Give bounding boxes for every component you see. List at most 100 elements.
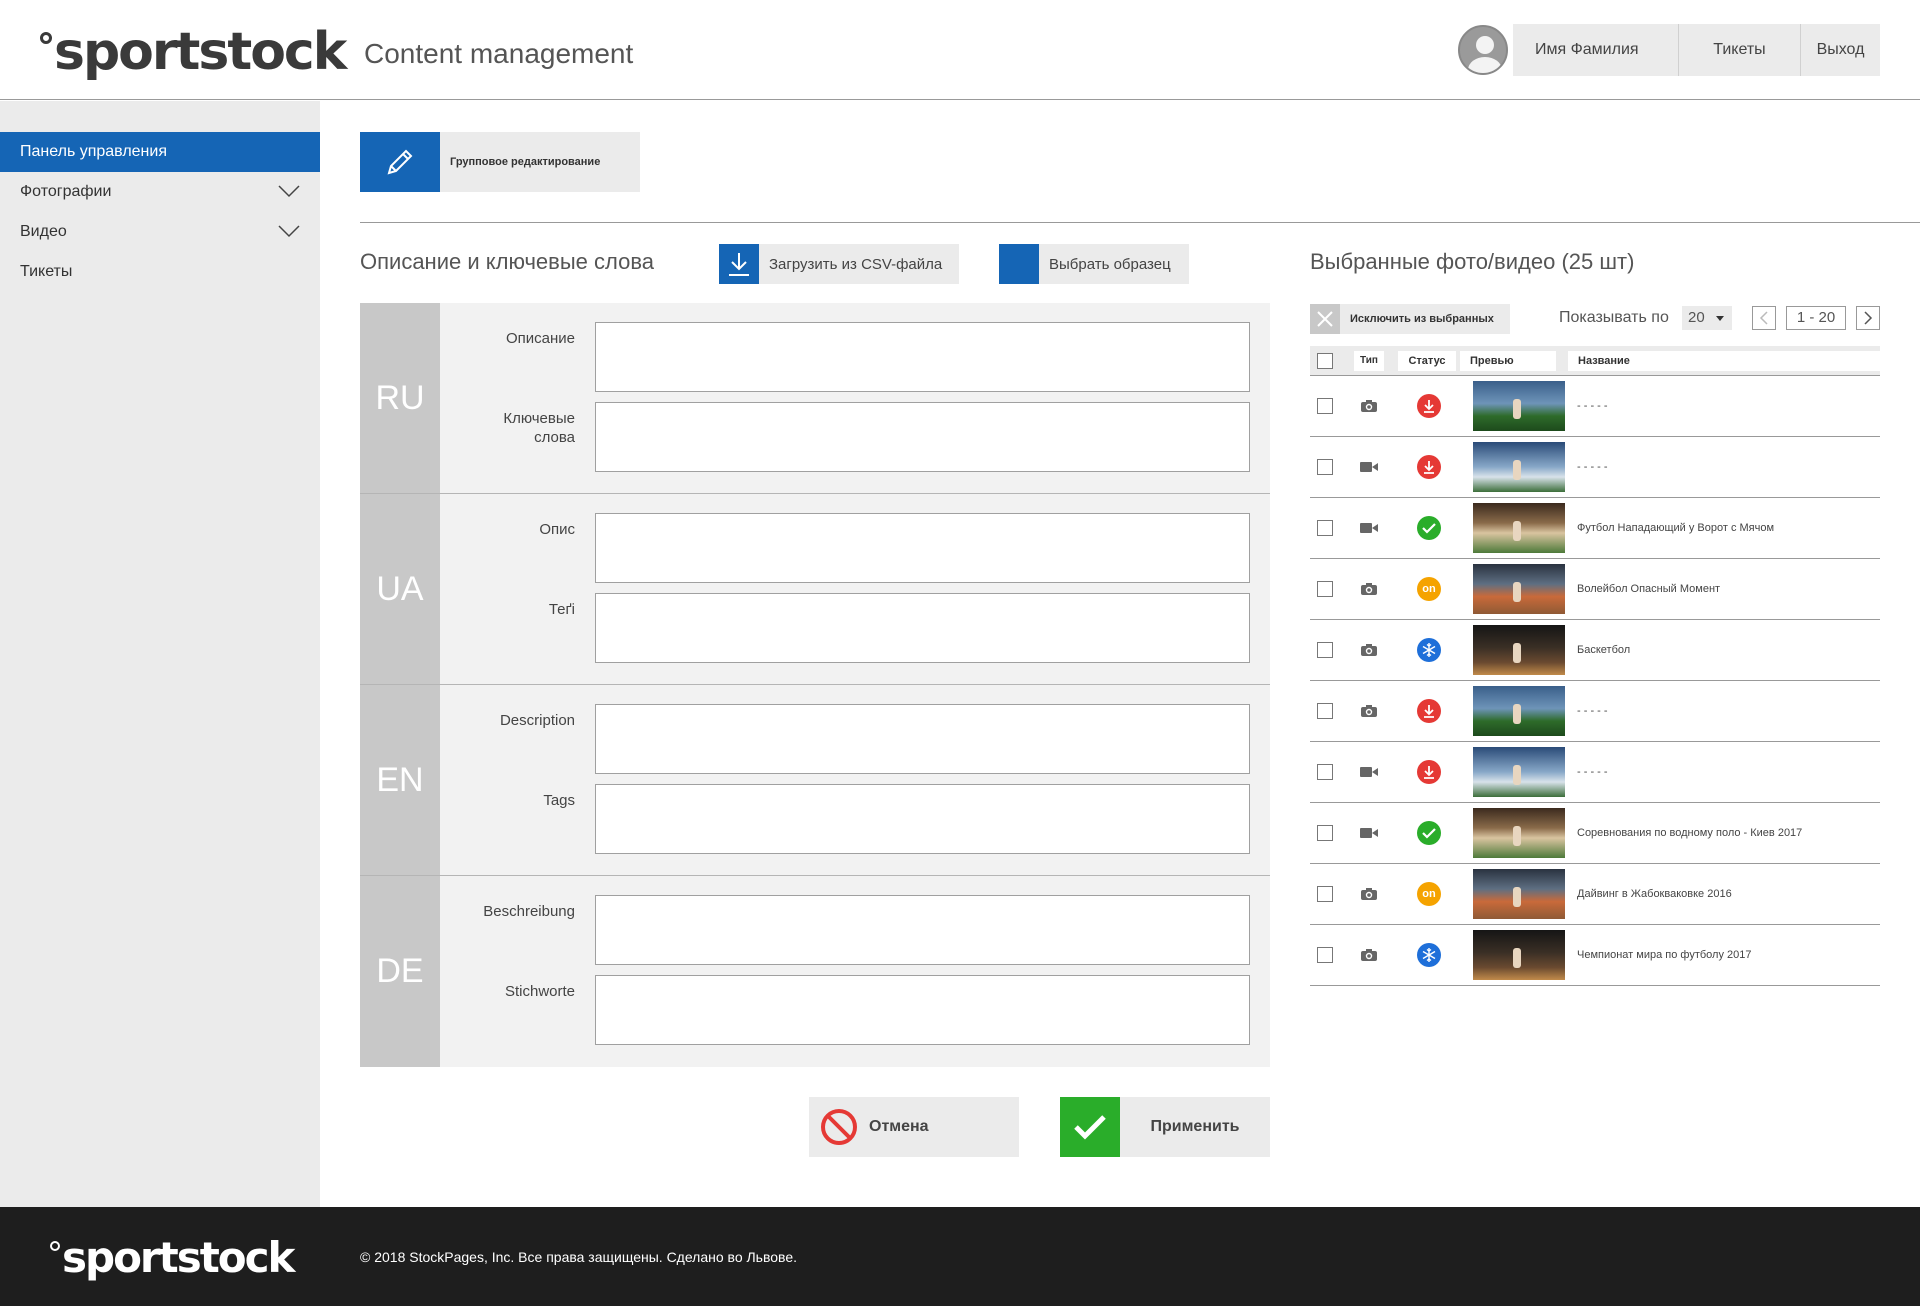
column-header-name[interactable]: Название bbox=[1568, 350, 1880, 371]
column-header-type[interactable]: Тип bbox=[1354, 350, 1384, 371]
camera-icon bbox=[1340, 887, 1398, 901]
lang-fields: Description Tags bbox=[440, 685, 1270, 875]
table-body: - - - - - - - - - - Футбол Нападающий у Во… bbox=[1310, 376, 1880, 986]
choose-sample-button[interactable]: Выбрать образец bbox=[999, 244, 1189, 284]
prev-page-button[interactable] bbox=[1752, 306, 1776, 330]
sidebar-item-tickets[interactable]: Тикеты bbox=[0, 252, 320, 292]
row-checkbox-cell bbox=[1310, 520, 1340, 536]
csv-upload-button[interactable]: Загрузить из CSV-файла bbox=[719, 244, 959, 284]
footer-logo[interactable]: sportstock bbox=[50, 1233, 295, 1282]
table-row[interactable]: - - - - - bbox=[1310, 681, 1880, 742]
apply-button[interactable]: Применить bbox=[1060, 1097, 1270, 1157]
tickets-link[interactable]: Тикеты bbox=[1678, 24, 1800, 76]
preview-thumbnail[interactable] bbox=[1473, 381, 1565, 431]
row-checkbox[interactable] bbox=[1317, 398, 1333, 414]
video-icon bbox=[1340, 765, 1398, 779]
preview-thumbnail[interactable] bbox=[1473, 808, 1565, 858]
preview-thumbnail[interactable] bbox=[1473, 625, 1565, 675]
row-checkbox[interactable] bbox=[1317, 886, 1333, 902]
sidebar-item-video[interactable]: Видео bbox=[0, 212, 320, 252]
status-cell bbox=[1398, 394, 1460, 418]
exclude-button[interactable]: Исключить из выбранных bbox=[1310, 304, 1510, 334]
status-cell bbox=[1398, 821, 1460, 845]
row-checkbox[interactable] bbox=[1317, 642, 1333, 658]
column-header-preview[interactable]: Превью bbox=[1460, 350, 1556, 371]
row-checkbox[interactable] bbox=[1317, 764, 1333, 780]
status-cell bbox=[1398, 699, 1460, 723]
logout-link[interactable]: Выход bbox=[1800, 24, 1880, 76]
online-status-icon: on bbox=[1417, 882, 1441, 906]
group-edit-button[interactable]: Групповое редактирование bbox=[360, 132, 640, 192]
table-row[interactable]: on Волейбол Опасный Момент bbox=[1310, 559, 1880, 620]
camera-icon bbox=[1340, 948, 1398, 962]
preview-thumbnail[interactable] bbox=[1473, 930, 1565, 980]
camera-icon bbox=[1340, 582, 1398, 596]
row-checkbox[interactable] bbox=[1317, 459, 1333, 475]
csv-upload-label: Загрузить из CSV-файла bbox=[769, 255, 943, 273]
logo-dot-icon bbox=[40, 32, 52, 44]
sidebar-item-photos[interactable]: Фотографии bbox=[0, 172, 320, 212]
tags-label: Теґі bbox=[548, 601, 575, 618]
chevron-down-icon[interactable] bbox=[278, 184, 300, 198]
description-field-ru[interactable] bbox=[595, 322, 1250, 392]
preview-thumbnail[interactable] bbox=[1473, 869, 1565, 919]
avatar-wrap[interactable] bbox=[1453, 24, 1513, 76]
sidebar-item-label: Тикеты bbox=[20, 263, 73, 280]
row-checkbox-cell bbox=[1310, 825, 1340, 841]
sidebar: Панель управления Фотографии Видео Тикет… bbox=[0, 101, 320, 1207]
preview-thumbnail[interactable] bbox=[1473, 686, 1565, 736]
row-checkbox[interactable] bbox=[1317, 581, 1333, 597]
item-name: Чемпионат мира по футболу 2017 bbox=[1577, 949, 1752, 961]
next-page-button[interactable] bbox=[1856, 306, 1880, 330]
row-checkbox[interactable] bbox=[1317, 947, 1333, 963]
close-icon bbox=[1310, 304, 1340, 334]
tags-field-ru[interactable] bbox=[595, 402, 1250, 472]
select-all-checkbox[interactable] bbox=[1317, 352, 1333, 369]
description-field-de[interactable] bbox=[595, 895, 1250, 965]
table-row[interactable]: Баскетбол bbox=[1310, 620, 1880, 681]
row-checkbox[interactable] bbox=[1317, 703, 1333, 719]
preview-thumbnail[interactable] bbox=[1473, 503, 1565, 553]
apply-label: Применить bbox=[1150, 1118, 1240, 1135]
header: sportstock Content management Имя Фамили… bbox=[0, 0, 1920, 100]
user-name[interactable]: Имя Фамилия bbox=[1513, 24, 1678, 76]
row-checkbox[interactable] bbox=[1317, 520, 1333, 536]
row-checkbox-cell bbox=[1310, 886, 1340, 902]
cancel-button[interactable]: Отмена bbox=[809, 1097, 1019, 1157]
item-name: - - - - - bbox=[1577, 766, 1608, 778]
column-header-status[interactable]: Статус bbox=[1398, 350, 1456, 371]
logo[interactable]: sportstock bbox=[40, 22, 347, 82]
row-checkbox[interactable] bbox=[1317, 825, 1333, 841]
page-size-select[interactable]: 20 bbox=[1682, 306, 1732, 330]
exclude-label: Исключить из выбранных bbox=[1350, 313, 1494, 325]
status-cell bbox=[1398, 455, 1460, 479]
table-row[interactable]: - - - - - bbox=[1310, 742, 1880, 803]
video-icon bbox=[1340, 826, 1398, 840]
selected-section-title: Выбранные фото/видео (25 шт) bbox=[1310, 249, 1635, 274]
lang-code: EN bbox=[360, 685, 440, 875]
table-row[interactable]: on Дайвинг в Жабокваковке 2016 bbox=[1310, 864, 1880, 925]
description-field-ua[interactable] bbox=[595, 513, 1250, 583]
preview-thumbnail[interactable] bbox=[1473, 442, 1565, 492]
cancel-label: Отмена bbox=[869, 1118, 929, 1135]
tags-field-ua[interactable] bbox=[595, 593, 1250, 663]
description-field-en[interactable] bbox=[595, 704, 1250, 774]
chevron-down-icon[interactable] bbox=[278, 224, 300, 238]
preview-thumbnail[interactable] bbox=[1473, 564, 1565, 614]
preview-thumbnail[interactable] bbox=[1473, 747, 1565, 797]
download-status-icon bbox=[1417, 394, 1441, 418]
table-row[interactable]: Футбол Нападающий у Ворот с Мячом bbox=[1310, 498, 1880, 559]
main-content: Групповое редактирование Описание и ключ… bbox=[320, 101, 1920, 1207]
sidebar-item-dashboard[interactable]: Панель управления bbox=[0, 132, 320, 172]
preview-cell bbox=[1460, 503, 1568, 553]
sidebar-item-label: Фотографии bbox=[20, 183, 112, 200]
tags-field-en[interactable] bbox=[595, 784, 1250, 854]
table-row[interactable]: Чемпионат мира по футболу 2017 bbox=[1310, 925, 1880, 986]
lang-block-de: DE Beschreibung Stichworte bbox=[360, 876, 1270, 1067]
app-title: Content management bbox=[364, 38, 634, 69]
tags-field-de[interactable] bbox=[595, 975, 1250, 1045]
online-status-icon: on bbox=[1417, 577, 1441, 601]
table-row[interactable]: Соревнования по водному поло - Киев 2017 bbox=[1310, 803, 1880, 864]
table-row[interactable]: - - - - - bbox=[1310, 376, 1880, 437]
table-row[interactable]: - - - - - bbox=[1310, 437, 1880, 498]
